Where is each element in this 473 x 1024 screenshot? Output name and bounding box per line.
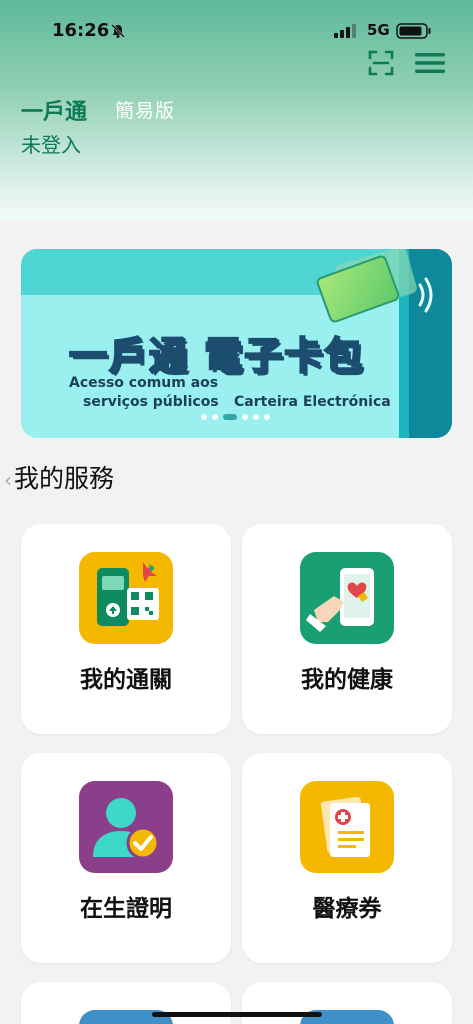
carousel-dot[interactable] (201, 414, 207, 420)
section-title: ‹我的服務 (4, 459, 114, 495)
service-card-health[interactable]: 我的健康 (242, 524, 452, 734)
login-status[interactable]: 未登入 (21, 129, 81, 158)
service-label: 我的健康 (301, 667, 393, 693)
battery-icon (396, 23, 431, 39)
brand-title: 一戶通 (21, 100, 88, 125)
carousel-dot[interactable] (242, 414, 248, 420)
carousel-dot-active[interactable] (223, 414, 237, 420)
service-card-partial[interactable] (21, 982, 231, 1024)
service-card-medical-voucher[interactable]: 醫療券 (242, 753, 452, 963)
brand-subtitle: 簡易版 (115, 100, 176, 122)
bell-off-icon (111, 24, 125, 38)
banner-text-line-1: Acesso comum aos (69, 375, 219, 391)
status-bar: 16:26 5G (0, 0, 473, 62)
signal-icon (334, 24, 356, 38)
proof-of-life-icon (79, 781, 173, 873)
section-title-text: 我的服務 (14, 464, 115, 493)
banner-text-line-3: Carteira Electrónica (234, 394, 391, 410)
nfc-wave-icon (418, 277, 433, 313)
carousel-dot[interactable] (253, 414, 259, 420)
chevron-left-icon[interactable]: ‹ (4, 468, 12, 492)
banner-title: 一戶通 電子卡包 (68, 333, 365, 379)
carousel-dot[interactable] (264, 414, 270, 420)
promo-banner[interactable]: 一戶通 電子卡包 Acesso comum aos serviços públi… (21, 249, 452, 438)
service-label: 在生證明 (80, 896, 172, 922)
carousel-dots[interactable] (201, 414, 270, 420)
customs-clearance-icon (79, 552, 173, 644)
medical-voucher-icon (300, 781, 394, 873)
status-time: 16:26 (52, 20, 110, 41)
carousel-dot[interactable] (212, 414, 218, 420)
service-label: 我的通關 (80, 667, 172, 693)
menu-icon[interactable] (414, 51, 446, 75)
banner-text-line-2: serviços públicos (83, 394, 219, 410)
service-label: 醫療券 (312, 896, 382, 922)
service-card-proof-of-life[interactable]: 在生證明 (21, 753, 231, 963)
service-card-partial[interactable] (242, 982, 452, 1024)
health-icon (300, 552, 394, 644)
scan-qr-icon[interactable] (368, 50, 394, 76)
network-label: 5G (367, 21, 390, 39)
home-indicator[interactable] (152, 1012, 322, 1017)
service-card-customs[interactable]: 我的通關 (21, 524, 231, 734)
